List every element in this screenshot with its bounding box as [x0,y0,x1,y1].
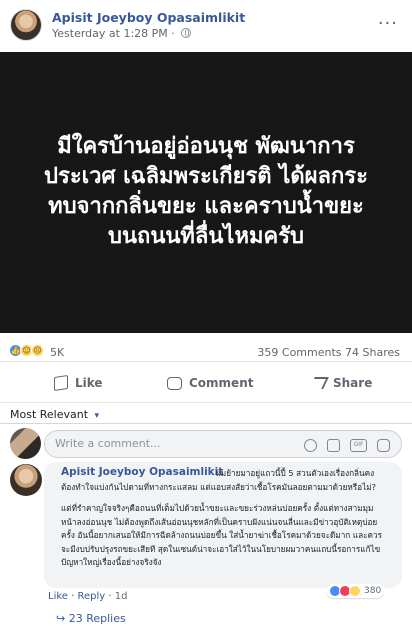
post-action-bar: Like Comment Share [0,364,412,403]
comment-share-counts: 359 Comments 74 Shares [257,346,400,359]
sort-label: Most Relevant [10,408,89,421]
share-label: Share [333,376,373,390]
replies-label: 23 Replies [68,612,126,625]
comment-button[interactable]: Comment [167,364,253,402]
comment-reactions[interactable]: 380 [326,584,385,598]
thumbs-up-icon [54,375,68,391]
comment-composer: Write a comment... GIF [0,426,412,461]
comment-placeholder: Write a comment... [55,437,161,450]
comment-time[interactable]: 1d [115,591,128,602]
sticker-icon[interactable] [377,439,390,452]
public-globe-icon [181,28,192,38]
chevron-down-icon: ▾ [94,411,100,421]
composer-icons: GIF [304,439,390,452]
post-timestamp[interactable]: Yesterday at 1:28 PM [52,27,168,40]
view-replies-link[interactable]: ↪ 23 Replies [56,612,126,625]
post-image[interactable]: มีใครบ้านอยู่อ่อนนุช พัฒนาการ ประเวศ เฉล… [0,52,412,333]
more-options-icon[interactable]: ··· [378,13,398,34]
shares-count[interactable]: 74 Shares [345,346,400,359]
comment-icon [167,376,182,390]
comment-input[interactable]: Write a comment... GIF [44,430,402,458]
reaction-count[interactable]: 5K [50,346,64,359]
share-button[interactable]: Share [309,364,373,402]
comments-count[interactable]: 359 Comments [257,346,341,359]
share-arrow-icon [309,377,329,389]
comment-label: Comment [189,376,254,390]
comment-text-first: ผมย้ายมาอยู่แถวนี้ปี้ 5 สวนตัวเองเรื่องก… [61,468,376,492]
comment-reply-link[interactable]: Reply [77,591,105,602]
post-stats: 👍 ☺ ☹ 5K 359 Comments 74 Shares [0,336,412,362]
comment-text-second: แต่ที่รำคาญใจจริงๆคือถนนที่เต็มไปด้วยน้ำ… [61,503,383,567]
like-button[interactable]: Like [54,364,103,402]
post-author-name[interactable]: Apisit Joeyboy Opasaimlikit [52,10,245,25]
reply-arrow-icon: ↪ [56,612,69,625]
meta-separator: · [171,27,175,40]
post-reaction-icons[interactable]: 👍 ☺ ☹ [9,344,44,357]
commenter-avatar[interactable] [10,464,42,496]
sad-reaction-icon: ☹ [31,344,44,357]
comment-sad-reaction-icon [349,585,361,597]
gif-icon[interactable]: GIF [350,439,367,452]
comment-reaction-count: 380 [364,586,382,596]
post-header: Apisit Joeyboy Opasaimlikit Yesterday at… [0,0,412,52]
like-label: Like [75,376,103,390]
emoji-icon[interactable] [304,439,317,452]
comment-sort-dropdown[interactable]: Most Relevant ▾ [10,408,99,421]
current-user-avatar[interactable] [10,428,41,459]
post-meta: Yesterday at 1:28 PM · [52,27,192,40]
author-avatar[interactable] [10,9,42,41]
comment-like-link[interactable]: Like [48,591,68,602]
comments-divider [0,423,412,424]
camera-icon[interactable] [327,439,340,452]
post-image-text: มีใครบ้านอยู่อ่อนนุช พัฒนาการ ประเวศ เฉล… [44,133,368,249]
comment-meta: Like · Reply · 1d [48,591,128,602]
